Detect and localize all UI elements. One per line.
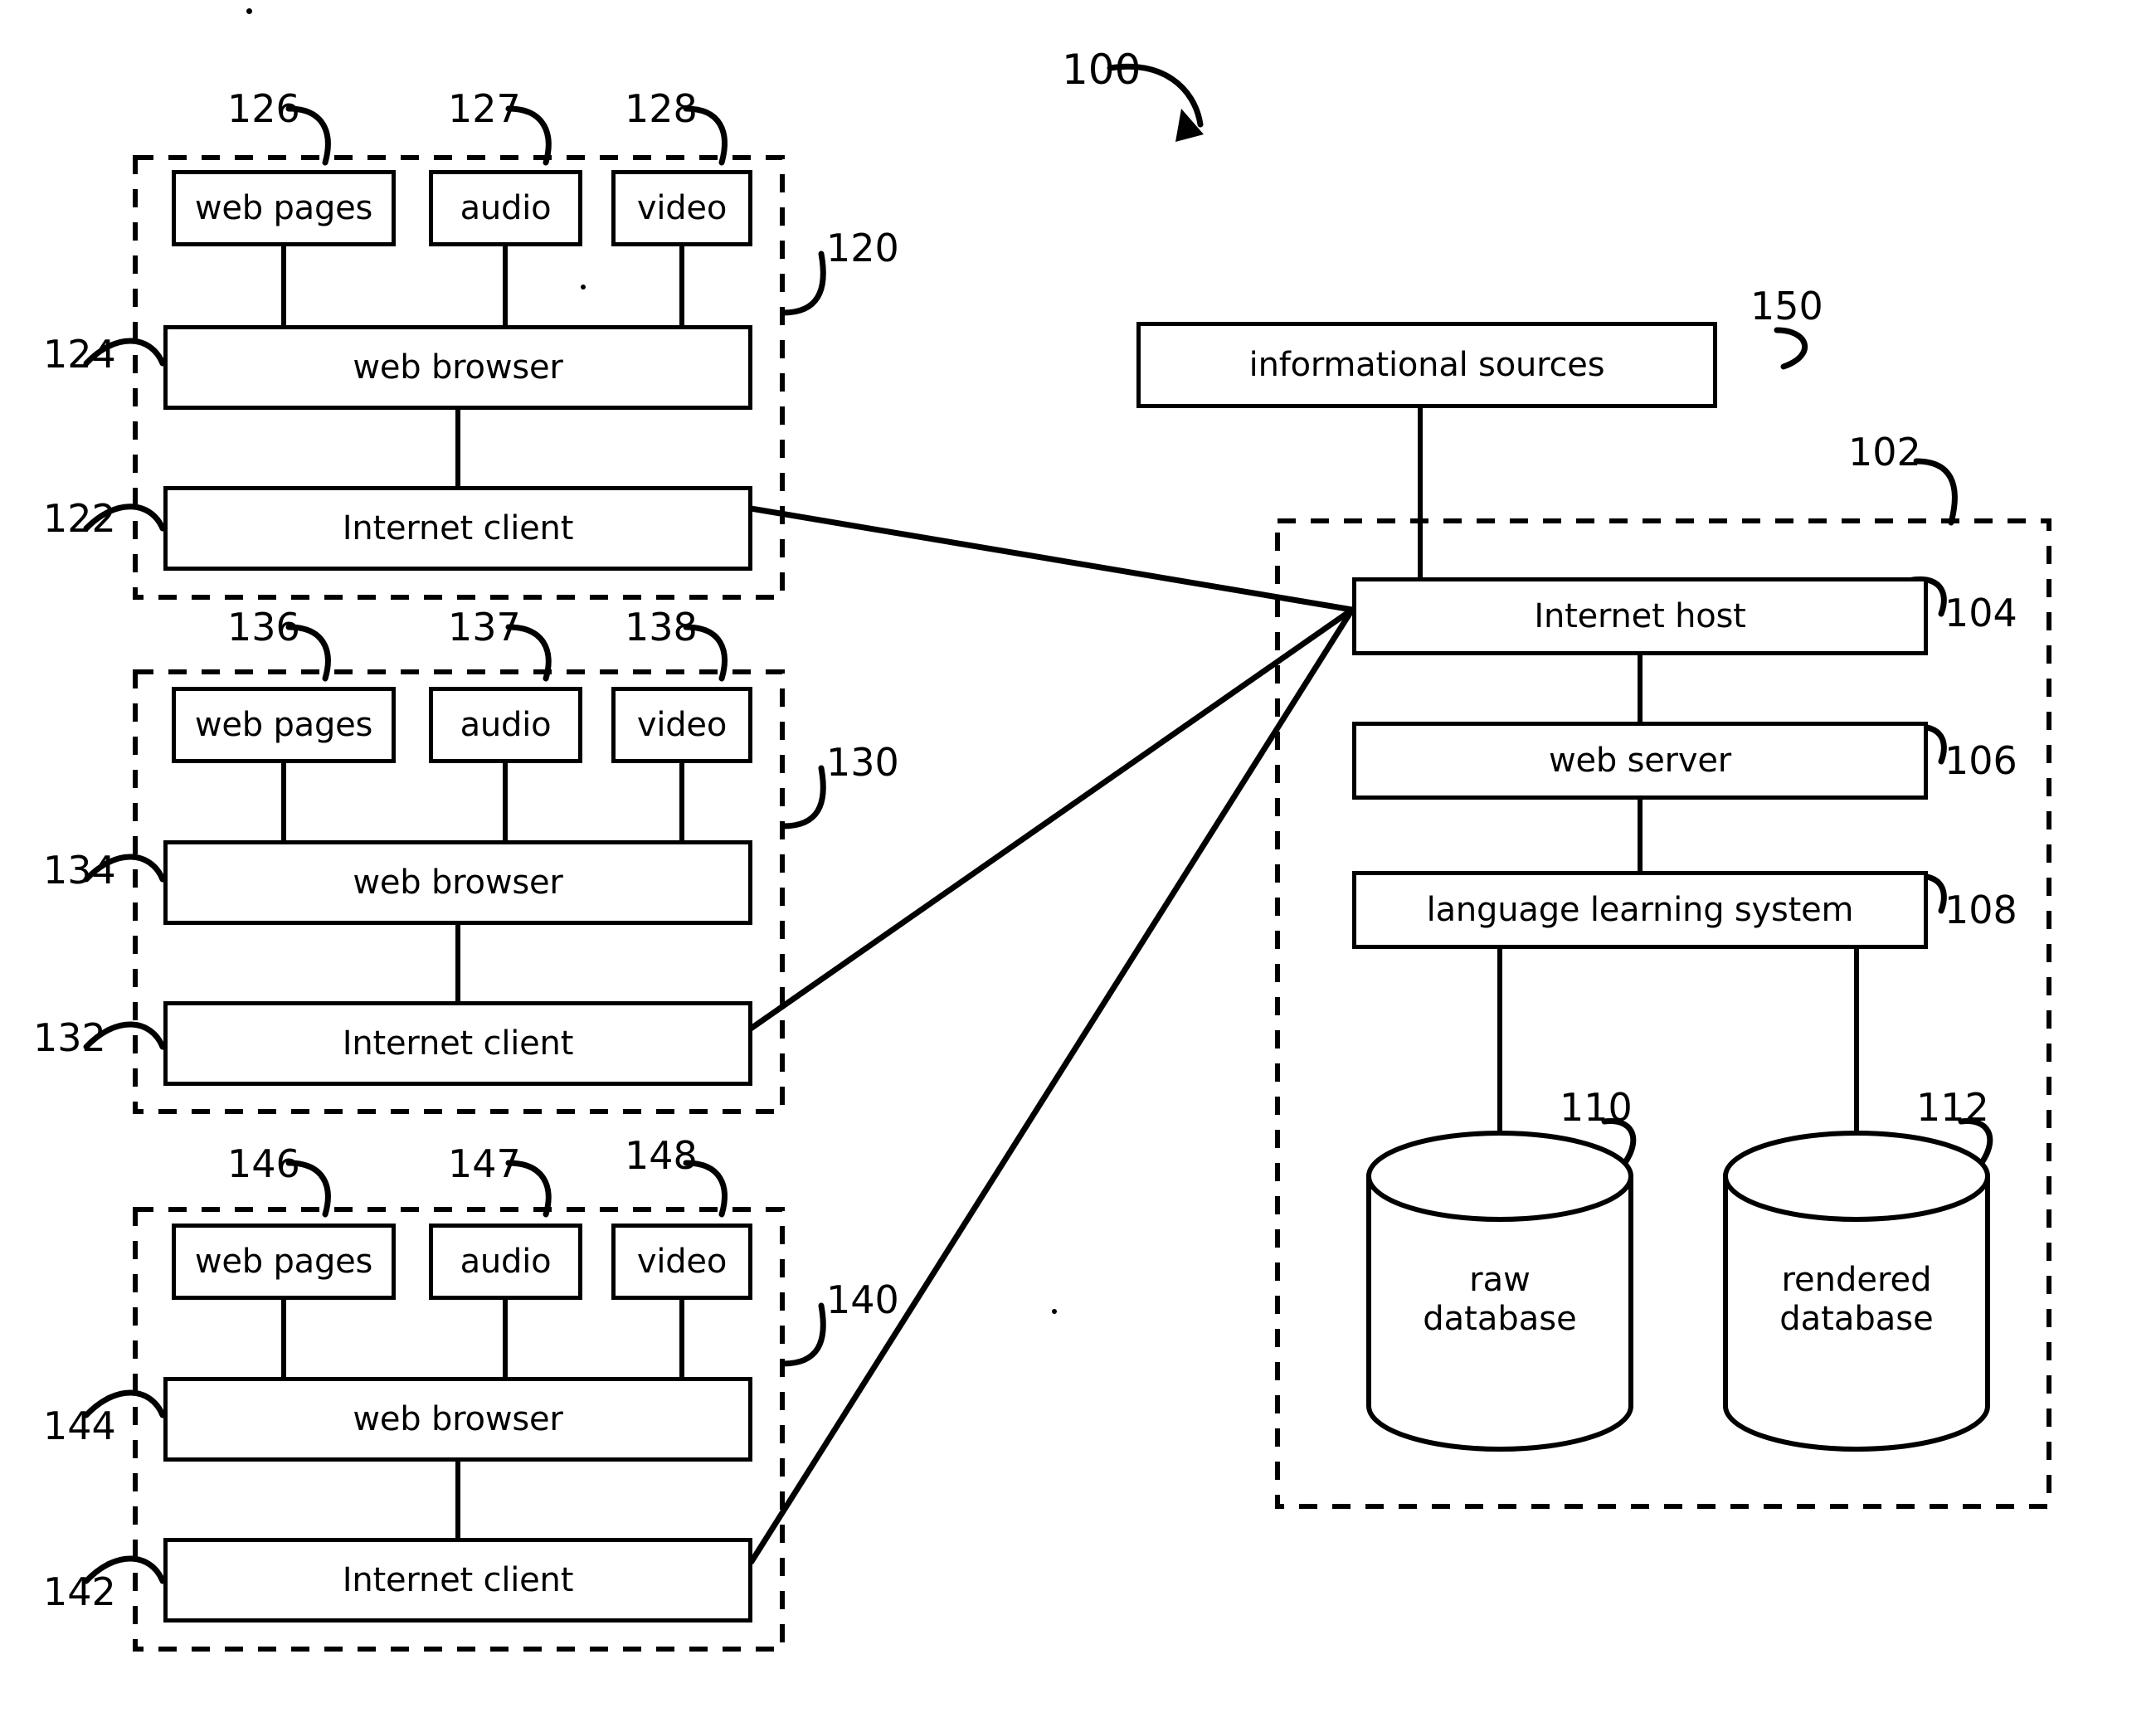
rendered-database-label: rendered database — [1725, 1261, 1988, 1339]
refnum-108: 108 — [1944, 888, 2017, 932]
client-1-internetclient-box: Internet client — [163, 486, 752, 571]
reference-leader-lines — [83, 63, 1993, 1584]
client-2-video-label: video — [636, 705, 728, 744]
web-server-label: web server — [1548, 741, 1732, 780]
client-3-audio-box: audio — [429, 1224, 582, 1300]
refnum-130: 130 — [826, 740, 899, 785]
language-learning-system-label: language learning system — [1426, 890, 1854, 929]
refnum-122: 122 — [43, 496, 116, 541]
refnum-136: 136 — [227, 605, 300, 650]
link-client-2-to-host — [748, 607, 1355, 1031]
client-2-audio-label: audio — [460, 705, 552, 744]
client-1-video-label: video — [636, 188, 728, 227]
refnum-126: 126 — [227, 86, 300, 131]
client-3-webpages-box: web pages — [172, 1224, 396, 1300]
scan-speck — [581, 285, 586, 289]
web-server-box: web server — [1352, 722, 1928, 800]
refnum-120: 120 — [826, 226, 899, 270]
refnum-137: 137 — [448, 605, 521, 650]
refnum-100: 100 — [1062, 46, 1141, 94]
client-2-internetclient-box: Internet client — [163, 1001, 752, 1086]
client-1-audio-label: audio — [460, 188, 552, 227]
refnum-147: 147 — [448, 1141, 521, 1186]
refnum-110: 110 — [1560, 1085, 1633, 1130]
client-to-host-links — [748, 505, 1355, 1564]
leader-140 — [780, 1302, 826, 1367]
refnum-140: 140 — [826, 1277, 899, 1322]
scan-speck — [246, 8, 252, 14]
refnum-102: 102 — [1848, 430, 1921, 474]
refnum-127: 127 — [448, 86, 521, 131]
refnum-132: 132 — [33, 1015, 106, 1060]
refnum-144: 144 — [43, 1404, 116, 1448]
client-1-webbrowser-box: web browser — [163, 325, 752, 410]
client-3-internetclient-box: Internet client — [163, 1538, 752, 1623]
internet-host-label: Internet host — [1534, 596, 1746, 635]
client-3-audio-label: audio — [460, 1242, 552, 1281]
refnum-146: 146 — [227, 1141, 300, 1186]
client-2-webpages-box: web pages — [172, 687, 396, 763]
client-3-webbrowser-label: web browser — [353, 1399, 563, 1438]
client-1-webpages-label: web pages — [194, 188, 373, 227]
leader-120 — [780, 251, 826, 316]
client-3-internetclient-label: Internet client — [342, 1560, 574, 1599]
refnum-148: 148 — [625, 1133, 698, 1178]
client-3-webbrowser-box: web browser — [163, 1377, 752, 1462]
informational-sources-box: informational sources — [1136, 322, 1717, 408]
leader-130 — [780, 765, 826, 830]
client-1-webbrowser-label: web browser — [353, 348, 563, 387]
scan-speck — [1052, 1309, 1057, 1314]
client-1-audio-box: audio — [429, 170, 582, 246]
refnum-134: 134 — [43, 848, 116, 893]
leader-102 — [1913, 458, 1958, 526]
rendered-database-label-line2: database — [1779, 1300, 1934, 1339]
refnum-106: 106 — [1944, 738, 2017, 783]
client-1-internetclient-label: Internet client — [342, 508, 574, 547]
refnum-142: 142 — [43, 1569, 116, 1614]
client-2-webpages-label: web pages — [194, 705, 373, 744]
informational-sources-label: informational sources — [1248, 345, 1605, 384]
client-3-video-label: video — [636, 1242, 728, 1281]
refnum-150: 150 — [1750, 284, 1823, 328]
rendered-database-label-line1: rendered — [1781, 1261, 1932, 1299]
refnum-138: 138 — [625, 605, 698, 650]
raw-database-label: raw database — [1369, 1261, 1631, 1339]
refnum-124: 124 — [43, 332, 116, 377]
link-client-1-to-host — [750, 505, 1353, 613]
raw-database-label-line2: database — [1423, 1300, 1577, 1339]
client-2-audio-box: audio — [429, 687, 582, 763]
client-3-video-box: video — [611, 1224, 752, 1300]
refnum-104: 104 — [1944, 591, 2017, 635]
client-2-webbrowser-box: web browser — [163, 840, 752, 925]
client-2-webbrowser-label: web browser — [353, 863, 563, 902]
language-learning-system-box: language learning system — [1352, 871, 1928, 949]
patent-figure: web pages audio video web browser Intern… — [0, 0, 2156, 1732]
client-3-webpages-label: web pages — [194, 1242, 373, 1281]
client-1-video-box: video — [611, 170, 752, 246]
internet-host-box: Internet host — [1352, 577, 1928, 655]
client-2-internetclient-label: Internet client — [342, 1024, 574, 1063]
client-1-webpages-box: web pages — [172, 170, 396, 246]
refnum-112: 112 — [1916, 1085, 1989, 1130]
leader-150 — [1774, 327, 1808, 370]
raw-database-label-line1: raw — [1469, 1261, 1531, 1299]
refnum-128: 128 — [625, 86, 698, 131]
client-2-video-box: video — [611, 687, 752, 763]
